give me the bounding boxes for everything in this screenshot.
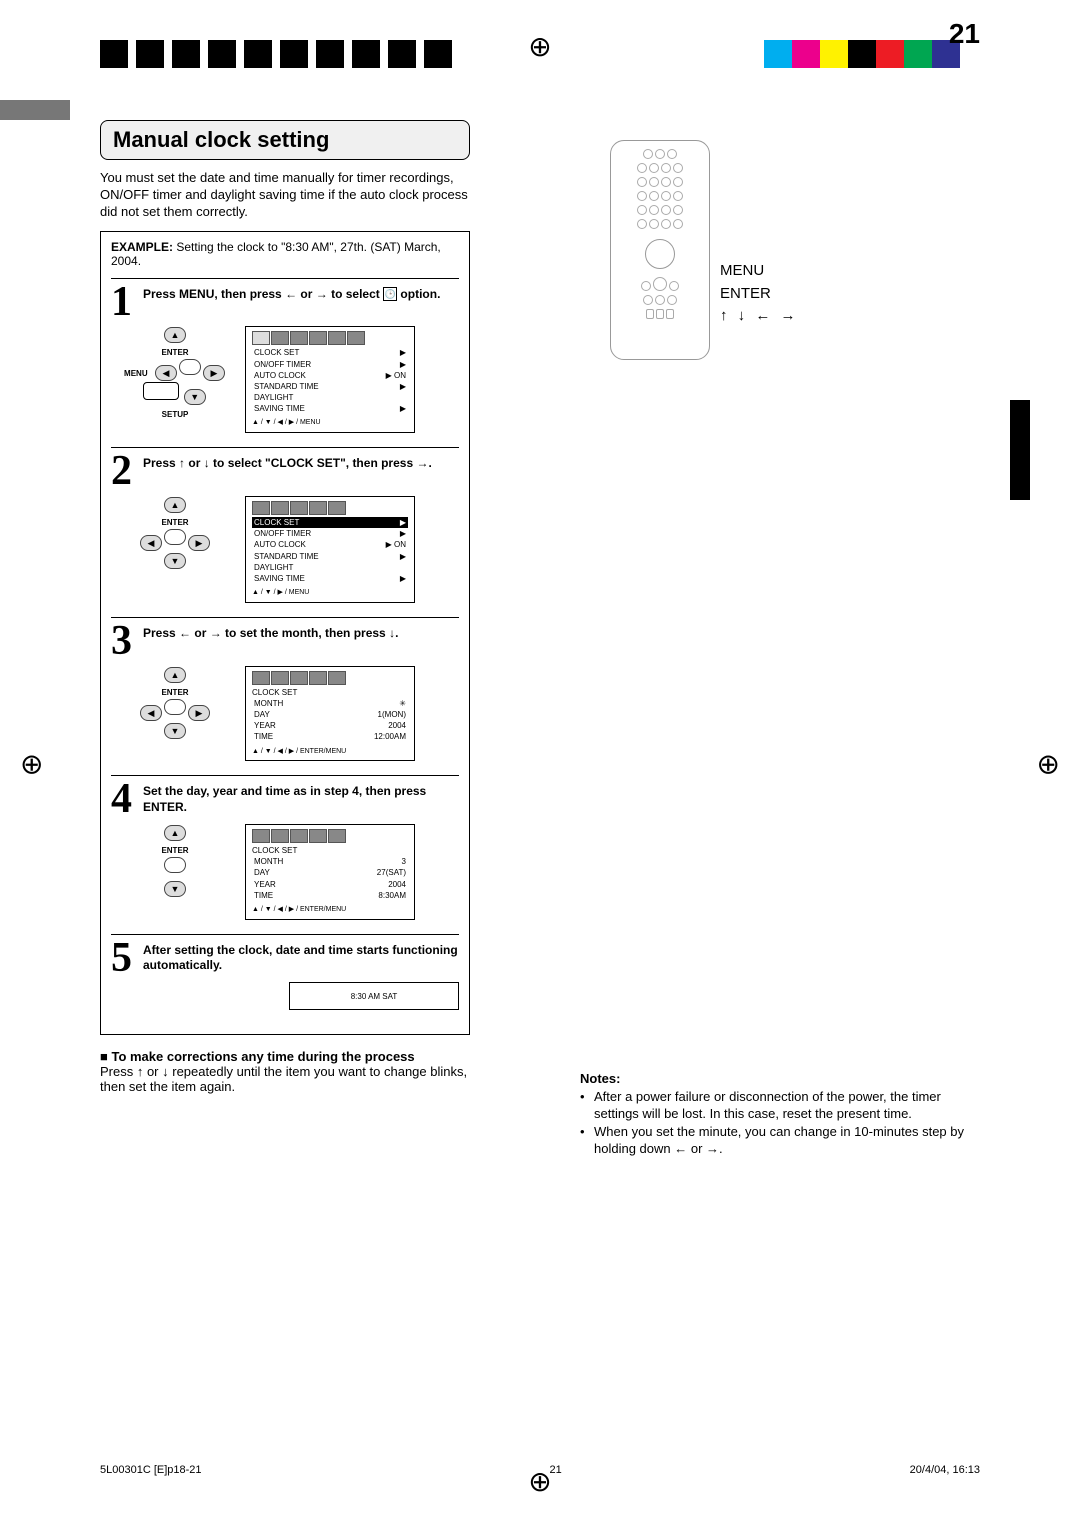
remote-pad-step4: ▲ ENTER ◀▶ ▼ xyxy=(115,824,235,898)
remote-pad-step3: ▲ ENTER ◀▶ ▼ xyxy=(115,666,235,740)
step-number-1: 1 xyxy=(111,285,143,321)
example-label: EXAMPLE: xyxy=(111,240,173,254)
page-number: 21 xyxy=(949,18,980,50)
footer-right: 20/4/04, 16:13 xyxy=(910,1464,980,1476)
osd-screen-2: CLOCK SET▶ ON/OFF TIMER▶ AUTO CLOCK▶ ON … xyxy=(245,496,415,603)
registration-mark-right-icon: ⊕ xyxy=(1037,748,1060,781)
step-text-5: After setting the clock, date and time s… xyxy=(143,941,459,977)
corrections-block: ■ To make corrections any time during th… xyxy=(100,1049,470,1094)
step-text-4: Set the day, year and time as in step 4,… xyxy=(143,782,459,818)
step-number-2: 2 xyxy=(111,454,143,490)
intro-text: You must set the date and time manually … xyxy=(100,170,470,221)
step-text-1: Press MENU, then press ← or → to select … xyxy=(143,285,459,321)
osd-screen-1: CLOCK SET▶ ON/OFF TIMER▶ AUTO CLOCK▶ ON … xyxy=(245,326,415,433)
remote-pad-step1: ▲ ENTER MENU ◀▶ ▼ SETUP xyxy=(115,326,235,420)
steps-box: EXAMPLE: Setting the clock to "8:30 AM",… xyxy=(100,231,470,1036)
arrow-icons: ↑ ↓ ← → xyxy=(720,305,799,328)
osd-screen-3: CLOCK SET MONTH✳ DAY1(MON) YEAR2004 TIME… xyxy=(245,666,415,762)
step-number-5: 5 xyxy=(111,941,143,977)
remote-control-illustration xyxy=(610,140,710,360)
gray-edge-mark xyxy=(0,100,70,120)
osd-screen-5: 8:30 AM SAT xyxy=(289,982,459,1010)
footer: 5L00301C [E]p18-21 21 20/4/04, 16:13 xyxy=(100,1464,980,1476)
remote-labels: MENU ENTER ↑ ↓ ← → xyxy=(720,260,799,328)
remote-pad-step2: ▲ ENTER ◀▶ ▼ xyxy=(115,496,235,570)
registration-mark-left-icon: ⊕ xyxy=(20,748,43,781)
footer-left: 5L00301C [E]p18-21 xyxy=(100,1464,202,1476)
registration-mark-top-icon: ⊕ xyxy=(528,30,551,63)
side-tab: Basic setup xyxy=(1010,400,1040,500)
step-text-3: Press ← or → to set the month, then pres… xyxy=(143,624,459,660)
section-title: Manual clock setting xyxy=(100,120,470,160)
clock-option-icon: 🕒 xyxy=(383,287,397,301)
black-bar-marks xyxy=(100,40,460,68)
footer-mid: 21 xyxy=(549,1464,561,1476)
step-text-2: Press ↑ or ↓ to select "CLOCK SET", then… xyxy=(143,454,459,490)
step-number-3: 3 xyxy=(111,624,143,660)
notes-block: Notes: •After a power failure or disconn… xyxy=(580,1070,980,1158)
color-bar-marks xyxy=(764,40,960,68)
step-number-4: 4 xyxy=(111,782,143,818)
osd-screen-4: CLOCK SET MONTH3 DAY27(SAT) YEAR2004 TIM… xyxy=(245,824,415,920)
